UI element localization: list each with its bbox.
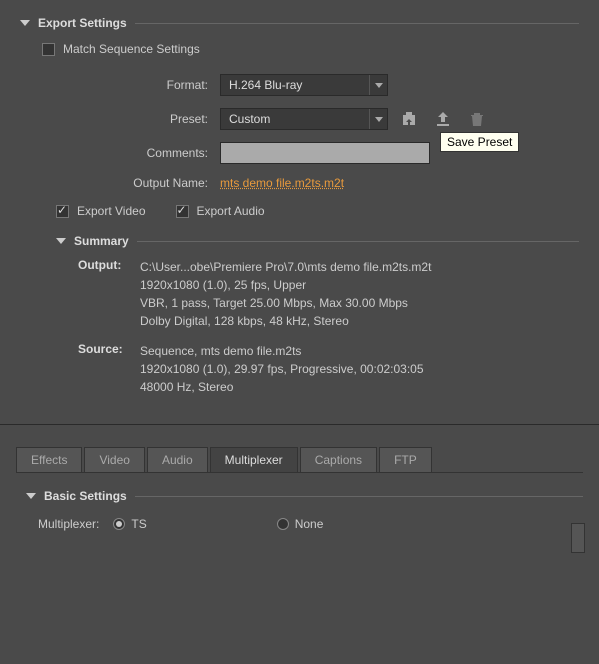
basic-settings-title: Basic Settings — [44, 489, 127, 503]
preset-select[interactable]: Custom — [220, 108, 388, 130]
multiplexer-option-none[interactable]: None — [277, 517, 324, 531]
radio-ts-label: TS — [131, 517, 146, 531]
summary-source-content: Sequence, mts demo file.m2ts 1920x1080 (… — [140, 342, 424, 396]
export-video-checkbox[interactable] — [56, 205, 69, 218]
import-preset-icon — [435, 111, 451, 127]
summary-line: C:\User...obe\Premiere Pro\7.0\mts demo … — [140, 258, 431, 276]
export-settings-title: Export Settings — [38, 16, 127, 30]
summary-output-content: C:\User...obe\Premiere Pro\7.0\mts demo … — [140, 258, 431, 330]
chevron-down-icon — [369, 109, 387, 129]
tabs-container: Effects Video Audio Multiplexer Captions… — [0, 424, 599, 547]
summary-line: 48000 Hz, Stereo — [140, 378, 424, 396]
multiplexer-radio-row: Multiplexer: TS None — [38, 517, 583, 531]
export-settings-header: Export Settings — [20, 16, 579, 30]
format-row: Format: H.264 Blu-ray — [20, 74, 579, 96]
radio-none-label: None — [295, 517, 324, 531]
disclosure-triangle-icon[interactable] — [26, 493, 36, 499]
match-sequence-checkbox[interactable] — [42, 43, 55, 56]
export-settings-panel: Export Settings Match Sequence Settings … — [0, 0, 599, 424]
summary-line: Sequence, mts demo file.m2ts — [140, 342, 424, 360]
summary-line: 1920x1080 (1.0), 29.97 fps, Progressive,… — [140, 360, 424, 378]
divider — [135, 23, 579, 24]
tab-captions[interactable]: Captions — [300, 447, 377, 473]
preset-label: Preset: — [20, 112, 220, 126]
comments-label: Comments: — [20, 146, 220, 160]
disclosure-triangle-icon[interactable] — [20, 20, 30, 26]
tab-effects[interactable]: Effects — [16, 447, 82, 473]
summary-output-block: Output: C:\User...obe\Premiere Pro\7.0\m… — [56, 258, 579, 330]
match-sequence-label: Match Sequence Settings — [63, 42, 200, 56]
summary-line: Dolby Digital, 128 kbps, 48 kHz, Stereo — [140, 312, 431, 330]
import-preset-button[interactable] — [430, 108, 456, 130]
radio-none[interactable] — [277, 518, 289, 530]
summary-source-label: Source: — [78, 342, 140, 396]
summary-section: Summary Output: C:\User...obe\Premiere P… — [56, 234, 579, 396]
summary-line: VBR, 1 pass, Target 25.00 Mbps, Max 30.0… — [140, 294, 431, 312]
export-audio-label: Export Audio — [197, 204, 265, 218]
summary-header: Summary — [56, 234, 579, 248]
export-video-label: Export Video — [77, 204, 146, 218]
summary-source-block: Source: Sequence, mts demo file.m2ts 192… — [56, 342, 579, 396]
multiplexer-label: Multiplexer: — [38, 517, 99, 531]
delete-preset-button[interactable] — [464, 108, 490, 130]
radio-ts[interactable] — [113, 518, 125, 530]
disclosure-triangle-icon[interactable] — [56, 238, 66, 244]
save-preset-icon — [401, 111, 417, 127]
output-name-row: Output Name: mts demo file.m2ts.m2t — [20, 176, 579, 190]
tab-multiplexer[interactable]: Multiplexer — [210, 447, 298, 473]
tab-panel-multiplexer: Basic Settings Multiplexer: TS None — [16, 472, 583, 531]
format-label: Format: — [20, 78, 220, 92]
tabs-bar: Effects Video Audio Multiplexer Captions… — [16, 447, 583, 473]
tab-ftp[interactable]: FTP — [379, 447, 432, 473]
tab-video[interactable]: Video — [84, 447, 144, 473]
summary-line: 1920x1080 (1.0), 25 fps, Upper — [140, 276, 431, 294]
export-checks-row: Export Video Export Audio — [56, 204, 579, 218]
format-select[interactable]: H.264 Blu-ray — [220, 74, 388, 96]
match-sequence-row: Match Sequence Settings — [42, 42, 579, 56]
summary-output-label: Output: — [78, 258, 140, 330]
chevron-down-icon — [369, 75, 387, 95]
scrollbar[interactable] — [571, 523, 585, 553]
save-preset-button[interactable] — [396, 108, 422, 130]
preset-row: Preset: Custom Save Preset — [20, 108, 579, 130]
export-video-row: Export Video — [56, 204, 146, 218]
tab-audio[interactable]: Audio — [147, 447, 208, 473]
summary-title: Summary — [74, 234, 129, 248]
export-audio-checkbox[interactable] — [176, 205, 189, 218]
basic-settings-header: Basic Settings — [26, 489, 583, 503]
preset-value: Custom — [229, 112, 270, 126]
save-preset-tooltip: Save Preset — [440, 132, 519, 152]
output-name-label: Output Name: — [20, 176, 220, 190]
trash-icon — [469, 111, 485, 127]
multiplexer-option-ts[interactable]: TS — [113, 517, 146, 531]
export-audio-row: Export Audio — [176, 204, 265, 218]
divider — [135, 496, 583, 497]
comments-input[interactable] — [220, 142, 430, 164]
divider — [137, 241, 579, 242]
format-value: H.264 Blu-ray — [229, 78, 302, 92]
output-name-link[interactable]: mts demo file.m2ts.m2t — [220, 176, 344, 190]
